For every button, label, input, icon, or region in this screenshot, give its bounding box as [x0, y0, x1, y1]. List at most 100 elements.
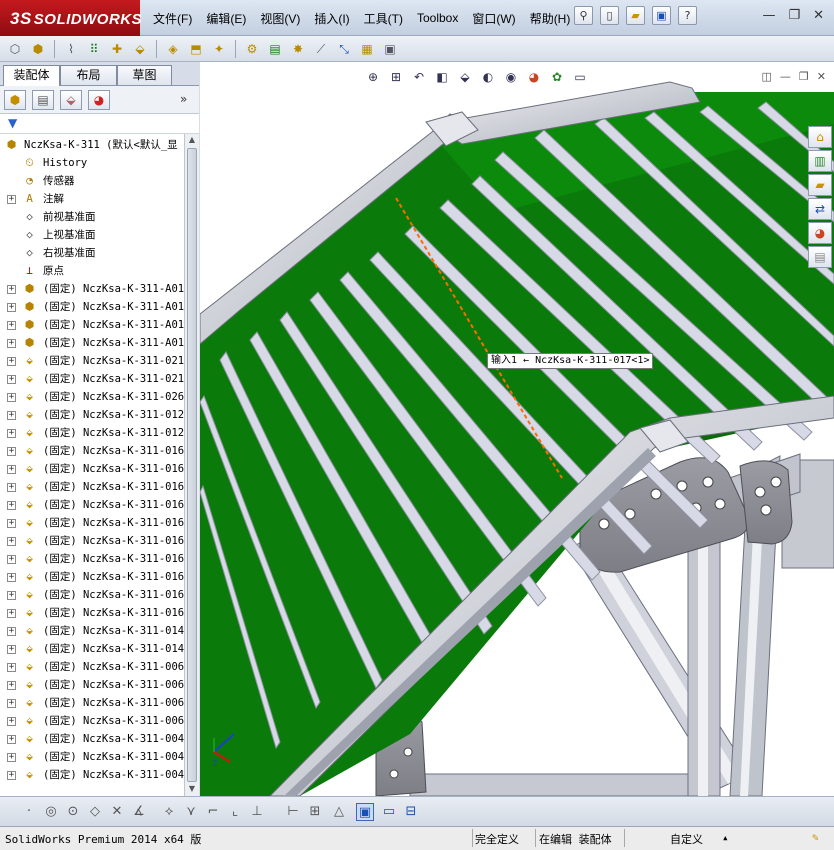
tree-root[interactable]: ⬢ NczKsa-K-311 (默认<默认_显: [0, 136, 184, 154]
tree-item[interactable]: + ⬢ (固定) NczKsa-K-311-A01: [0, 334, 184, 352]
menu-window[interactable]: 窗口(W): [467, 10, 524, 27]
expand-icon[interactable]: +: [7, 573, 16, 582]
expand-icon[interactable]: +: [7, 483, 16, 492]
tree-item[interactable]: + ⬙ (固定) NczKsa-K-311-016: [0, 586, 184, 604]
tree-item[interactable]: + ⬙ (固定) NczKsa-K-311-016: [0, 514, 184, 532]
tree-item[interactable]: + ⬙ (固定) NczKsa-K-311-021: [0, 370, 184, 388]
tree-item[interactable]: + A 注解: [0, 190, 184, 208]
polygon-icon[interactable]: ◇: [86, 803, 104, 821]
expand-icon[interactable]: +: [7, 627, 16, 636]
fillet-icon[interactable]: ⌐: [204, 803, 222, 821]
zoom-to-fit-icon[interactable]: ⊕: [364, 68, 382, 86]
bill-of-materials-icon[interactable]: ▤: [266, 40, 284, 58]
design-library-icon[interactable]: ▥: [808, 150, 832, 172]
mate-icon[interactable]: ⌇: [62, 40, 80, 58]
expand-icon[interactable]: +: [7, 645, 16, 654]
menu-tools[interactable]: 工具(T): [359, 10, 412, 27]
tree-scrollbar[interactable]: ▲ ▼: [184, 134, 199, 796]
expand-icon[interactable]: +: [7, 321, 16, 330]
tree-item[interactable]: + ⬙ (固定) NczKsa-K-311-016: [0, 532, 184, 550]
edit-appearance-icon[interactable]: ◕: [525, 68, 543, 86]
tree-item[interactable]: + ⬙ (固定) NczKsa-K-311-004: [0, 766, 184, 784]
scroll-thumb[interactable]: [187, 148, 197, 782]
center-point-icon[interactable]: ⊙: [64, 803, 82, 821]
tree-item[interactable]: + ⬙ (固定) NczKsa-K-311-016: [0, 478, 184, 496]
new-assembly-icon[interactable]: ⬢: [29, 40, 47, 58]
expand-icon[interactable]: +: [7, 303, 16, 312]
menu-view[interactable]: 视图(V): [255, 10, 309, 27]
view-orientation-icon[interactable]: ⬙: [456, 68, 474, 86]
viewport-minimize-icon[interactable]: —: [780, 70, 791, 83]
home-icon[interactable]: ⌂: [808, 126, 832, 148]
tree-item[interactable]: + ⬢ (固定) NczKsa-K-311-A01: [0, 316, 184, 334]
custom-properties-icon[interactable]: ▤: [808, 246, 832, 268]
offset-icon[interactable]: ⟡: [160, 803, 178, 821]
tree-item[interactable]: + ⬙ (固定) NczKsa-K-311-026: [0, 388, 184, 406]
filter-bar[interactable]: ▼: [0, 114, 199, 134]
close-icon[interactable]: ✕: [813, 8, 824, 23]
expand-icon[interactable]: +: [7, 393, 16, 402]
dimension-icon[interactable]: ⊢: [284, 803, 302, 821]
expand-icon[interactable]: +: [7, 357, 16, 366]
mirror-icon[interactable]: ⋎: [182, 803, 200, 821]
zoom-area-icon[interactable]: ⊞: [387, 68, 405, 86]
configuration-manager-icon[interactable]: ⬙: [60, 90, 82, 110]
hide-show-items-icon[interactable]: ◉: [502, 68, 520, 86]
tree-item[interactable]: + ⬢ (固定) NczKsa-K-311-A01: [0, 280, 184, 298]
open-folder-icon[interactable]: ▰: [626, 6, 645, 25]
triangle-icon[interactable]: △: [330, 803, 348, 821]
menu-help[interactable]: 帮助(H): [525, 10, 580, 27]
assembly-features-icon[interactable]: ⬒: [187, 40, 205, 58]
expand-icon[interactable]: +: [7, 771, 16, 780]
move-component-icon[interactable]: ⬙: [131, 40, 149, 58]
split-view-icon[interactable]: ⊟: [402, 803, 420, 821]
smart-fasteners-icon[interactable]: ✚: [108, 40, 126, 58]
previous-view-icon[interactable]: ↶: [410, 68, 428, 86]
expand-icon[interactable]: +: [7, 699, 16, 708]
menu-insert[interactable]: 插入(I): [309, 10, 358, 27]
restore-icon[interactable]: ❐: [788, 8, 800, 23]
window-icon[interactable]: ▭: [380, 803, 398, 821]
expand-icon[interactable]: +: [7, 681, 16, 690]
trim-icon[interactable]: ✕: [108, 803, 126, 821]
new-motion-study-icon[interactable]: ⚙: [243, 40, 261, 58]
scroll-down-icon[interactable]: ▼: [187, 784, 197, 795]
menu-edit[interactable]: 编辑(E): [201, 10, 255, 27]
tree-item[interactable]: + ⬙ (固定) NczKsa-K-311-006: [0, 658, 184, 676]
expand-panel-icon[interactable]: »: [180, 92, 187, 106]
units-status[interactable]: 自定义: [670, 831, 703, 847]
tree-item[interactable]: + ⬙ (固定) NczKsa-K-311-016: [0, 496, 184, 514]
solidworks-logo[interactable]: 3S SOLIDWORKS: [0, 0, 142, 36]
display-style-icon[interactable]: ◐: [479, 68, 497, 86]
tree-item[interactable]: + ⬙ (固定) NczKsa-K-311-014: [0, 640, 184, 658]
grid-icon[interactable]: ⊞: [306, 803, 324, 821]
tree-item[interactable]: + ⬙ (固定) NczKsa-K-311-016: [0, 550, 184, 568]
tree-item[interactable]: ⊥ 原点: [0, 262, 184, 280]
section-view-icon[interactable]: ◧: [433, 68, 451, 86]
expand-icon[interactable]: +: [7, 753, 16, 762]
file-explorer-icon[interactable]: ▰: [808, 174, 832, 196]
view-palette-icon[interactable]: ⇄: [808, 198, 832, 220]
tree-item[interactable]: + ⬙ (固定) NczKsa-K-311-016: [0, 604, 184, 622]
clearance-icon[interactable]: ▦: [358, 40, 376, 58]
exploded-view-icon[interactable]: ✸: [289, 40, 307, 58]
tree-item[interactable]: + ⬙ (固定) NczKsa-K-311-012: [0, 424, 184, 442]
tab-sketch[interactable]: 草图: [117, 65, 172, 85]
explode-line-icon[interactable]: ⟋: [312, 40, 330, 58]
help-icon[interactable]: ?: [678, 6, 697, 25]
viewport-restore-icon[interactable]: ❐: [799, 70, 809, 83]
filter-icon[interactable]: ▼: [8, 116, 17, 130]
expand-icon[interactable]: +: [7, 429, 16, 438]
tree-item[interactable]: ◇ 右视基准面: [0, 244, 184, 262]
expand-icon[interactable]: +: [7, 465, 16, 474]
expand-icon[interactable]: +: [7, 591, 16, 600]
expand-icon[interactable]: +: [7, 195, 16, 204]
tree-item[interactable]: + ⬙ (固定) NczKsa-K-311-006: [0, 694, 184, 712]
tree-item[interactable]: + ⬙ (固定) NczKsa-K-311-006: [0, 676, 184, 694]
expand-icon[interactable]: +: [7, 519, 16, 528]
tree-item[interactable]: ◇ 前视基准面: [0, 208, 184, 226]
show-hidden-icon[interactable]: ◈: [164, 40, 182, 58]
tree-item[interactable]: + ⬙ (固定) NczKsa-K-311-012: [0, 406, 184, 424]
tree-item[interactable]: + ⬢ (固定) NczKsa-K-311-A01: [0, 298, 184, 316]
pin-icon[interactable]: ⚲: [574, 6, 593, 25]
